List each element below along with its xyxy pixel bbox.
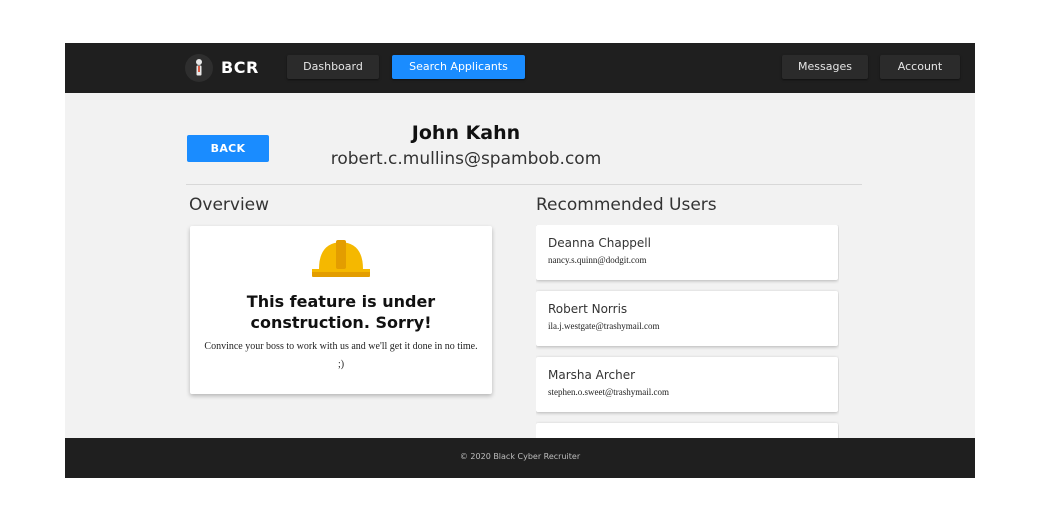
nav-messages-button[interactable]: Messages [782, 55, 868, 79]
construction-title: This feature is under construction. Sorr… [246, 292, 436, 332]
overview-card: This feature is under construction. Sorr… [190, 226, 492, 394]
user-email: ila.j.westgate@trashymail.com [548, 321, 660, 331]
recommended-users-list[interactable]: Deanna Chappell nancy.s.quinn@dodgit.com… [536, 225, 839, 438]
hard-hat-icon [312, 240, 370, 277]
user-card[interactable]: Deanna Chappell nancy.s.quinn@dodgit.com [536, 225, 838, 280]
recruiter-figure-icon[interactable] [185, 54, 213, 82]
user-name: Robert Norris [548, 302, 628, 316]
user-card[interactable]: Marsha Archer stephen.o.sweet@trashymail… [536, 357, 838, 412]
nav-dashboard-button[interactable]: Dashboard [287, 55, 379, 79]
user-email: nancy.s.quinn@dodgit.com [548, 255, 647, 265]
user-name: Marsha Archer [548, 368, 636, 382]
construction-text: Convince your boss to work with us and w… [204, 341, 478, 370]
applicant-email: robert.c.mullins@spambob.com [330, 149, 602, 169]
user-email: stephen.o.sweet@trashymail.com [548, 387, 670, 397]
section-divider [186, 184, 862, 185]
nav-account-button[interactable]: Account [880, 55, 960, 79]
overview-heading: Overview [189, 195, 270, 215]
top-navbar: BCR Dashboard Search Applicants Messages… [65, 43, 975, 93]
back-button[interactable]: BACK [187, 135, 269, 162]
copyright-text: © 2020 Black Cyber Recruiter [459, 452, 581, 461]
brand-name[interactable]: BCR [221, 58, 259, 77]
user-card[interactable]: Robert Norris ila.j.westgate@trashymail.… [536, 291, 838, 346]
nav-search-applicants-button[interactable]: Search Applicants [392, 55, 525, 79]
page-footer: © 2020 Black Cyber Recruiter [65, 438, 975, 478]
user-name: Deanna Chappell [548, 236, 651, 250]
app-frame: BCR Dashboard Search Applicants Messages… [65, 43, 975, 478]
user-card[interactable] [536, 423, 838, 438]
recommended-users-heading: Recommended Users [536, 195, 717, 215]
applicant-name: John Kahn [411, 122, 521, 144]
